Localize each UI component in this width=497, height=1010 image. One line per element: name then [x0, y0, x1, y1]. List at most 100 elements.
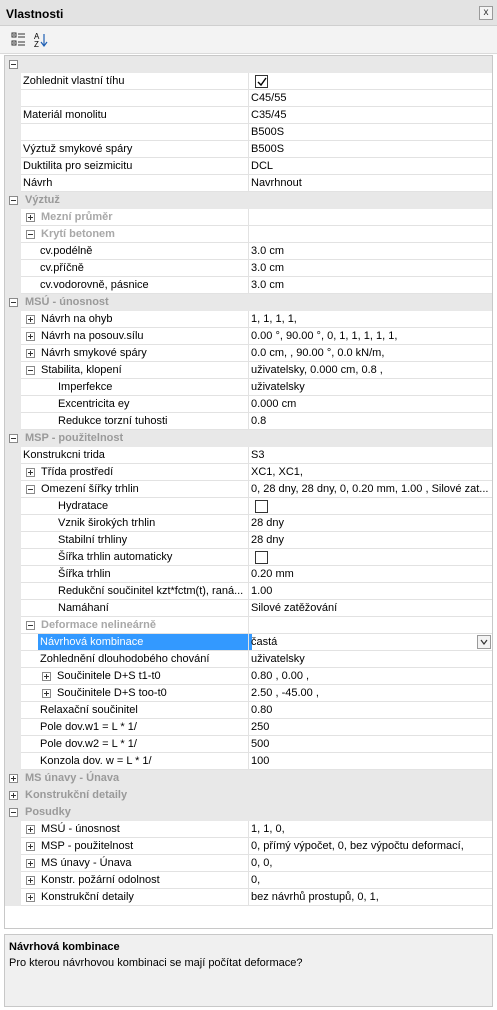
expand-icon[interactable]	[26, 842, 35, 851]
property-value[interactable]: 0.00 °, 90.00 °, 0, 1, 1, 1, 1, 1,	[249, 328, 492, 344]
property-row[interactable]: Návrhová kombinace častá	[5, 634, 492, 651]
property-row[interactable]: Šířka trhlin automaticky	[5, 549, 492, 566]
property-row[interactable]: Omezení šířky trhlin 0, 28 dny, 28 dny, 0…	[5, 481, 492, 498]
property-value[interactable]: 2.50 , -45.00 ,	[249, 685, 492, 701]
category-row[interactable]: MSP - použitelnost	[5, 430, 492, 447]
property-value[interactable]: 0.8	[249, 413, 492, 429]
category-row[interactable]: MS únavy - Únava	[5, 770, 492, 787]
categorized-button[interactable]	[9, 30, 29, 50]
property-value[interactable]: 0.0 cm, , 90.00 °, 0.0 kN/m,	[249, 345, 492, 361]
property-row[interactable]: Stabilní trhliny 28 dny	[5, 532, 492, 549]
expand-icon[interactable]	[26, 349, 35, 358]
expand-icon[interactable]	[26, 468, 35, 477]
property-row[interactable]: Návrh Navrhnout	[5, 175, 492, 192]
property-row[interactable]: Vznik širokých trhlin 28 dny	[5, 515, 492, 532]
property-row[interactable]: Redukční součinitel kzt*fctm(t), raná...…	[5, 583, 492, 600]
property-row[interactable]: cv.vodorovně, pásnice 3.0 cm	[5, 277, 492, 294]
expand-icon[interactable]	[42, 689, 51, 698]
property-row[interactable]: Duktilita pro seizmicitu DCL	[5, 158, 492, 175]
property-row[interactable]: MS únavy - Únava 0, 0,	[5, 855, 492, 872]
expand-icon[interactable]	[26, 893, 35, 902]
property-row[interactable]: Stabilita, klopení uživatelsky, 0.000 cm,…	[5, 362, 492, 379]
expand-icon[interactable]	[26, 876, 35, 885]
property-row[interactable]: Hydratace	[5, 498, 492, 515]
property-row[interactable]: cv.příčně 3.0 cm	[5, 260, 492, 277]
expand-icon[interactable]	[26, 825, 35, 834]
property-value[interactable]: 0.80	[249, 702, 492, 718]
property-row[interactable]: Redukce torzní tuhosti 0.8	[5, 413, 492, 430]
property-value[interactable]: B500S	[249, 141, 492, 157]
expand-icon[interactable]	[9, 791, 18, 800]
property-row[interactable]: Materiál monolitu C35/45	[5, 107, 492, 124]
collapse-icon[interactable]	[26, 230, 35, 239]
checkbox-checked[interactable]	[255, 75, 268, 88]
property-row[interactable]: Pole dov.w2 = L * 1/500	[5, 736, 492, 753]
property-value[interactable]: B500S	[249, 124, 492, 140]
property-value[interactable]: S3	[249, 447, 492, 463]
property-value[interactable]: 1.00	[249, 583, 492, 599]
property-row[interactable]: cv.podélně 3.0 cm	[5, 243, 492, 260]
property-value[interactable]: 0.000 cm	[249, 396, 492, 412]
property-value[interactable]: 0, 28 dny, 28 dny, 0, 0.20 mm, 1.00 , Si…	[249, 481, 492, 497]
property-row[interactable]: Pole dov.w1 = L * 1/250	[5, 719, 492, 736]
property-value[interactable]: bez návrhů prostupů, 0, 1,	[249, 889, 492, 905]
collapse-icon[interactable]	[9, 434, 18, 443]
property-value[interactable]: častá	[249, 634, 492, 650]
property-value[interactable]: uživatelsky	[249, 651, 492, 667]
property-value[interactable]: 3.0 cm	[249, 277, 492, 293]
property-value[interactable]: 0.20 mm	[249, 566, 492, 582]
property-value[interactable]: XC1, XC1,	[249, 464, 492, 480]
property-value[interactable]	[249, 226, 492, 242]
property-value[interactable]	[249, 498, 492, 514]
property-row[interactable]: Excentricita ey 0.000 cm	[5, 396, 492, 413]
dropdown-button[interactable]	[477, 635, 491, 649]
property-value[interactable]: 500	[249, 736, 492, 752]
property-row[interactable]: MSP - použitelnost 0, přímý výpočet, 0, b…	[5, 838, 492, 855]
expand-icon[interactable]	[9, 774, 18, 783]
expand-icon[interactable]	[42, 672, 51, 681]
collapse-icon[interactable]	[26, 366, 35, 375]
property-row[interactable]: Návrh smykové spáry 0.0 cm, , 90.00 °, 0.…	[5, 345, 492, 362]
property-value[interactable]: 28 dny	[249, 532, 492, 548]
property-value[interactable]: 1, 1, 1, 1,	[249, 311, 492, 327]
property-value[interactable]	[249, 73, 492, 89]
checkbox[interactable]	[255, 551, 268, 564]
property-value[interactable]	[249, 549, 492, 565]
expand-icon[interactable]	[26, 213, 35, 222]
subcategory-row[interactable]: Krytí betonem	[5, 226, 492, 243]
close-button[interactable]: x	[479, 6, 493, 20]
property-value[interactable]: 0, 0,	[249, 855, 492, 871]
property-row[interactable]: Součinitele D+S t1-t0 0.80 , 0.00 ,	[5, 668, 492, 685]
expand-icon[interactable]	[26, 859, 35, 868]
category-row[interactable]: Konstrukční detaily	[5, 787, 492, 804]
property-row[interactable]: Třída prostředí XC1, XC1,	[5, 464, 492, 481]
property-value[interactable]: 250	[249, 719, 492, 735]
property-row[interactable]: Návrh na posouv.sílu 0.00 °, 90.00 °, 0, …	[5, 328, 492, 345]
property-value[interactable]: 1, 1, 0,	[249, 821, 492, 837]
collapse-icon[interactable]	[26, 485, 35, 494]
category-row[interactable]	[5, 56, 492, 73]
property-row[interactable]: Zohlednit vlastní tíhu	[5, 73, 492, 90]
property-row[interactable]: Šířka trhlin 0.20 mm	[5, 566, 492, 583]
property-row[interactable]: Návrh na ohyb 1, 1, 1, 1,	[5, 311, 492, 328]
property-row[interactable]: Výztuž smykové spáry B500S	[5, 141, 492, 158]
expand-icon[interactable]	[26, 332, 35, 341]
property-row[interactable]: Konstr. požární odolnost 0,	[5, 872, 492, 889]
property-row[interactable]: Konstrukční detaily bez návrhů prostupů, …	[5, 889, 492, 906]
expand-icon[interactable]	[26, 315, 35, 324]
property-value[interactable]	[249, 617, 492, 633]
property-row[interactable]: B500S	[5, 124, 492, 141]
property-value[interactable]	[249, 209, 492, 225]
property-row[interactable]: Namáhaní Silové zatěžování	[5, 600, 492, 617]
property-value[interactable]: 3.0 cm	[249, 260, 492, 276]
subcategory-row[interactable]: Mezní průměr	[5, 209, 492, 226]
property-row[interactable]: Konzola dov. w = L * 1/100	[5, 753, 492, 770]
property-row[interactable]: Imperfekce uživatelsky	[5, 379, 492, 396]
collapse-icon[interactable]	[26, 621, 35, 630]
property-value[interactable]: 3.0 cm	[249, 243, 492, 259]
property-value[interactable]: C45/55	[249, 90, 492, 106]
property-value[interactable]: uživatelsky	[249, 379, 492, 395]
property-row[interactable]: MSÚ - únosnost 1, 1, 0,	[5, 821, 492, 838]
category-row[interactable]: MSÚ - únosnost	[5, 294, 492, 311]
property-value[interactable]: DCL	[249, 158, 492, 174]
